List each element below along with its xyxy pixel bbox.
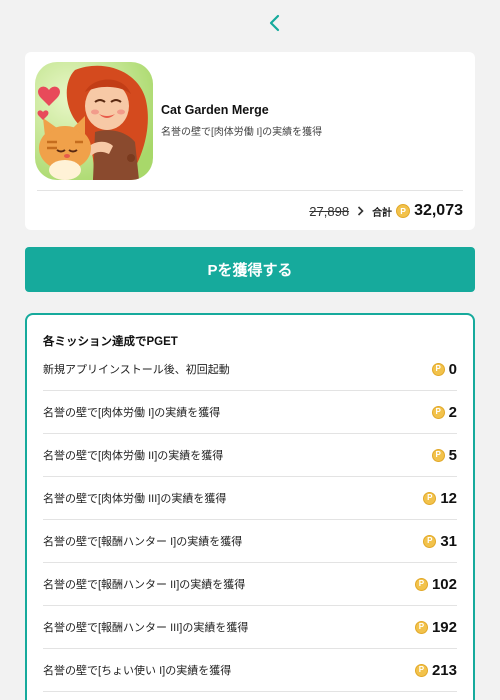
mission-reward: P 102 <box>414 575 457 593</box>
mission-list: 新規アプリインストール後、初回起動 P 0 名誉の壁で[肉体労働 I]の実績を獲得 P 2… <box>43 348 457 692</box>
app-description: 名誉の壁で[肉体労働 I]の実績を獲得 <box>161 127 323 138</box>
chevron-right-icon <box>357 206 364 216</box>
mission-reward: P2 <box>431 403 457 421</box>
mission-reward: P 192 <box>414 618 457 636</box>
app-icon <box>35 62 153 180</box>
app-name: Cat Garden Merge <box>161 103 269 117</box>
points-summary: 27,898 合計 P 32,073 <box>309 200 463 222</box>
mission-reward: P 12 <box>423 490 457 507</box>
old-points: 27,898 <box>309 203 350 219</box>
back-button[interactable] <box>262 10 288 36</box>
mission-label: 名誉の壁で[ちょい使い I]の実績を獲得 <box>43 665 232 677</box>
coin-icon: P <box>423 491 437 505</box>
mission-label: 名誉の壁で[報酬ハンター II]の実績を獲得 <box>43 579 246 591</box>
total-label: 合計 <box>372 207 393 219</box>
get-points-button[interactable]: Pを獲得する <box>25 247 475 292</box>
missions-title: 各ミッション達成でPGET <box>43 336 178 348</box>
coin-icon: P <box>414 577 428 591</box>
coin-icon: P <box>431 362 445 376</box>
mission-label: 名誉の壁で[肉体労働 I]の実績を獲得 <box>43 407 221 419</box>
mission-row: 名誉の壁で[肉体労働 III]の実績を獲得 P 12 <box>43 477 457 520</box>
coin-icon: P <box>431 448 445 462</box>
mission-row: 新規アプリインストール後、初回起動 P 0 <box>43 348 457 391</box>
coin-icon: P <box>414 663 428 677</box>
mission-label: 名誉の壁で[肉体労働 II]の実績を獲得 <box>43 450 224 462</box>
mission-points: 31 <box>440 532 457 550</box>
divider <box>37 190 463 191</box>
mission-reward: P 31 <box>423 533 457 550</box>
coin-icon: P <box>431 405 445 419</box>
mission-row: 名誉の壁で[報酬ハンター II]の実績を獲得 P 102 <box>43 563 457 606</box>
coin-icon: P <box>423 534 437 548</box>
chevron-left-icon <box>269 14 280 32</box>
mission-row: 名誉の壁で[肉体労働 I]の実績を獲得 P 2 <box>43 391 457 434</box>
mission-points: 102 <box>431 575 457 593</box>
mission-reward: P5 <box>431 446 457 464</box>
coin-icon: P <box>414 620 428 634</box>
mission-reward: P0 <box>431 360 457 378</box>
mission-points: 2 <box>448 403 457 421</box>
mission-label: 名誉の壁で[報酬ハンター I]の実績を獲得 <box>43 536 243 548</box>
mission-row: 名誉の壁で[報酬ハンター I]の実績を獲得 P 31 <box>43 520 457 563</box>
coin-icon: P <box>396 204 411 218</box>
mission-reward: P 213 <box>414 661 457 679</box>
app-card: Cat Garden Merge 名誉の壁で[肉体労働 I]の実績を獲得 27,… <box>25 52 475 230</box>
mission-points: 192 <box>431 618 457 636</box>
mission-row: 名誉の壁で[ちょい使い I]の実績を獲得 P 213 <box>43 649 457 692</box>
mission-points: 12 <box>440 489 457 507</box>
mission-points: 5 <box>448 446 457 464</box>
mission-label: 新規アプリインストール後、初回起動 <box>43 364 230 376</box>
top-bar <box>0 0 500 48</box>
mission-row: 名誉の壁で[肉体労働 II]の実績を獲得 P 5 <box>43 434 457 477</box>
mission-label: 名誉の壁で[報酬ハンター III]の実績を獲得 <box>43 622 249 634</box>
mission-label: 名誉の壁で[肉体労働 III]の実績を獲得 <box>43 493 227 505</box>
missions-panel: 各ミッション達成でPGET 新規アプリインストール後、初回起動 P 0 名誉の壁で[肉… <box>25 313 475 700</box>
mission-points: 213 <box>431 661 457 679</box>
total-points: 32,073 <box>414 202 463 219</box>
mission-row: 名誉の壁で[報酬ハンター III]の実績を獲得 P 192 <box>43 606 457 649</box>
mission-points: 0 <box>448 360 457 378</box>
